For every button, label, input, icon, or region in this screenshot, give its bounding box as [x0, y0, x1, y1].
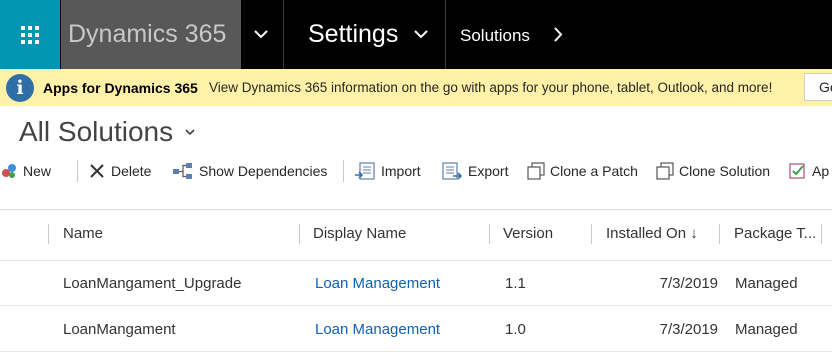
column-resize-handle[interactable] — [821, 224, 822, 244]
waffle-icon — [21, 25, 39, 44]
column-header-package-type[interactable]: Package T... — [734, 225, 816, 242]
breadcrumb-solutions[interactable]: Solutions — [460, 0, 530, 69]
show-dependencies-button[interactable]: Show Dependencies — [172, 158, 327, 184]
export-icon — [441, 162, 463, 180]
new-button[interactable]: New — [0, 158, 51, 184]
delete-x-icon — [88, 162, 106, 180]
clone-solution-icon — [656, 162, 674, 180]
breadcrumb-chevron-right-icon[interactable] — [548, 0, 568, 69]
column-resize-handle[interactable] — [489, 224, 490, 244]
export-button[interactable]: Export — [441, 158, 508, 184]
new-icon — [0, 162, 18, 180]
apply-button[interactable]: Ap — [789, 158, 829, 184]
cell-version: 1.0 — [505, 321, 526, 338]
cell-installed-on: 7/3/2019 — [659, 321, 718, 338]
import-icon — [354, 162, 376, 180]
clone-patch-icon — [527, 162, 545, 180]
row-divider — [0, 260, 832, 261]
clone-solution-button[interactable]: Clone Solution — [656, 158, 770, 184]
app-launcher-button[interactable] — [0, 0, 60, 69]
new-label: New — [23, 163, 52, 179]
cell-name[interactable]: LoanMangament_Upgrade — [63, 275, 241, 292]
installed-on-label: Installed On — [606, 225, 687, 242]
clone-solution-label: Clone Solution — [679, 163, 771, 179]
cell-version: 1.1 — [505, 275, 526, 292]
import-button[interactable]: Import — [354, 158, 421, 184]
get-apps-button[interactable]: Ge — [804, 73, 832, 101]
brand-chevron-down-icon[interactable] — [241, 0, 281, 69]
nav-divider — [445, 0, 446, 69]
clone-patch-button[interactable]: Clone a Patch — [527, 158, 638, 184]
import-label: Import — [381, 163, 421, 179]
nav-divider — [283, 0, 284, 69]
sort-descending-icon: ↓ — [690, 225, 698, 242]
export-label: Export — [468, 163, 509, 179]
clone-patch-label: Clone a Patch — [550, 163, 638, 179]
view-title[interactable]: All Solutions — [19, 116, 173, 148]
column-resize-handle[interactable] — [591, 224, 592, 244]
cell-name[interactable]: LoanMangament — [63, 321, 176, 338]
command-separator — [77, 160, 78, 182]
dependencies-icon — [172, 162, 194, 180]
column-header-name[interactable]: Name — [63, 225, 103, 242]
column-resize-handle[interactable] — [719, 224, 720, 244]
delete-button[interactable]: Delete — [88, 158, 151, 184]
apply-icon — [789, 162, 807, 180]
grid-top-border — [0, 209, 832, 210]
banner-message: View Dynamics 365 information on the go … — [209, 80, 773, 95]
view-selector-chevron-down-icon[interactable] — [183, 125, 197, 139]
cell-display-name-link[interactable]: Loan Management — [315, 275, 440, 292]
column-resize-handle[interactable] — [299, 224, 300, 244]
banner-title: Apps for Dynamics 365 — [43, 80, 198, 96]
cell-package-type: Managed — [735, 321, 798, 338]
show-dependencies-label: Show Dependencies — [199, 163, 328, 179]
row-divider — [0, 305, 832, 306]
column-header-display-name[interactable]: Display Name — [313, 225, 406, 242]
cell-display-name-link[interactable]: Loan Management — [315, 321, 440, 338]
command-separator — [343, 160, 344, 182]
info-icon: i — [6, 74, 34, 102]
cell-installed-on: 7/3/2019 — [659, 275, 718, 292]
cell-package-type: Managed — [735, 275, 798, 292]
apply-label: Ap — [812, 163, 830, 179]
column-header-version[interactable]: Version — [503, 225, 553, 242]
area-chevron-down-icon[interactable] — [410, 0, 432, 69]
delete-label: Delete — [111, 163, 152, 179]
column-resize-handle[interactable] — [48, 224, 49, 244]
row-divider — [0, 351, 832, 352]
column-header-installed-on[interactable]: Installed On ↓ — [606, 225, 698, 242]
area-title[interactable]: Settings — [308, 0, 398, 69]
brand-title[interactable]: Dynamics 365 — [61, 0, 241, 69]
